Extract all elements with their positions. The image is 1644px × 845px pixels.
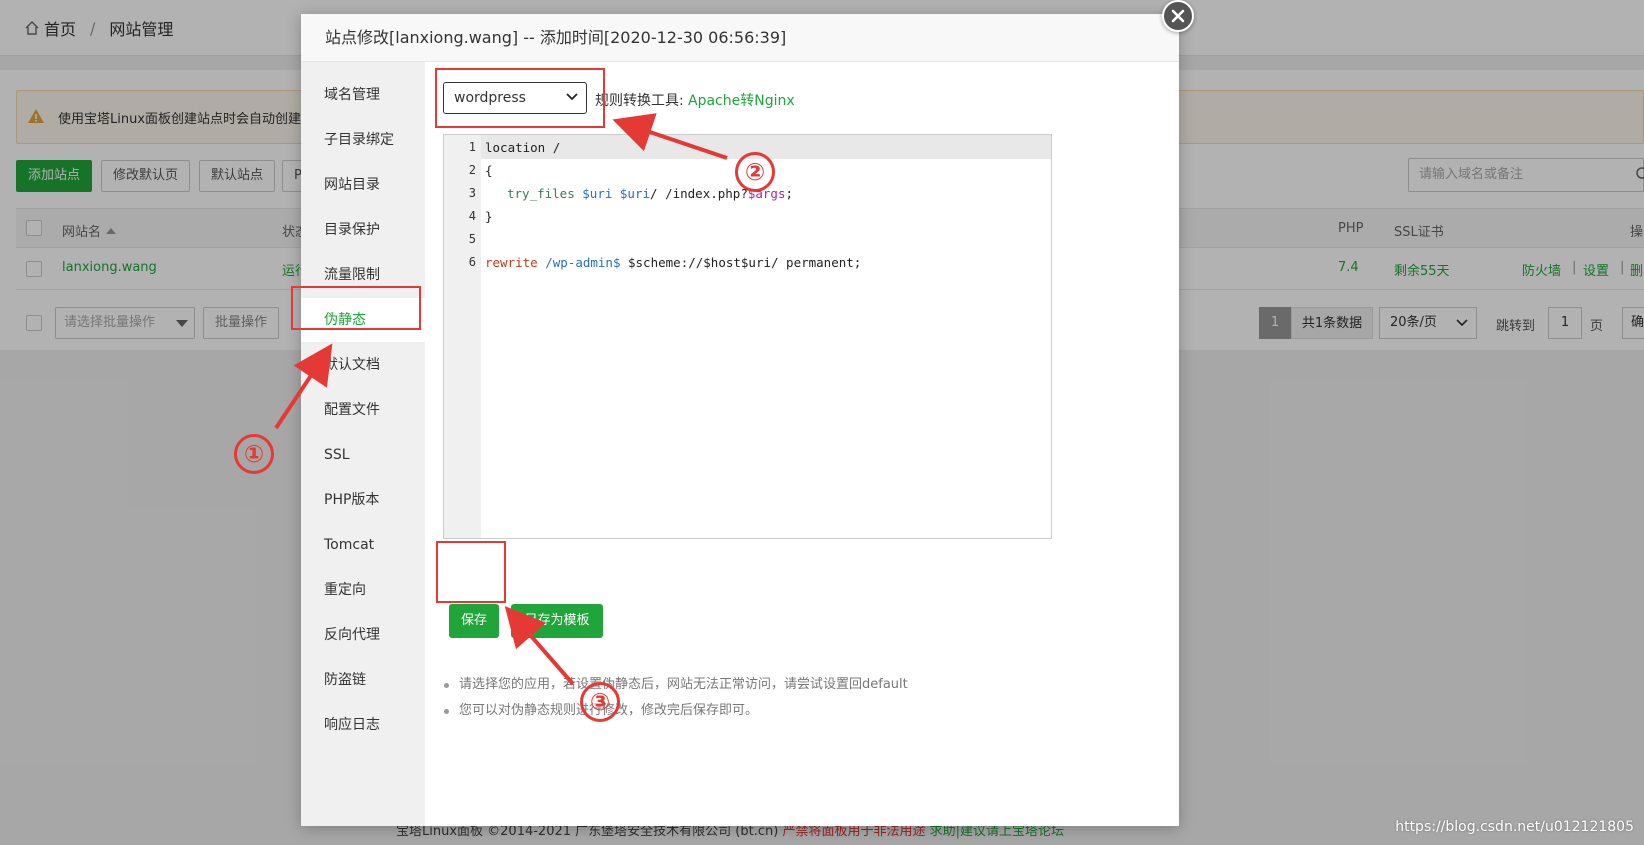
step-badge-2: ② — [735, 152, 775, 192]
watermark: https://blog.csdn.net/u012121805 — [1395, 819, 1634, 835]
step-badge-1: ① — [234, 434, 274, 474]
arrow-3 — [504, 605, 575, 686]
arrow-1 — [274, 343, 333, 430]
annotation-arrows — [274, 113, 728, 686]
arrow-2 — [612, 113, 728, 160]
step-badge-3: ③ — [580, 682, 620, 722]
